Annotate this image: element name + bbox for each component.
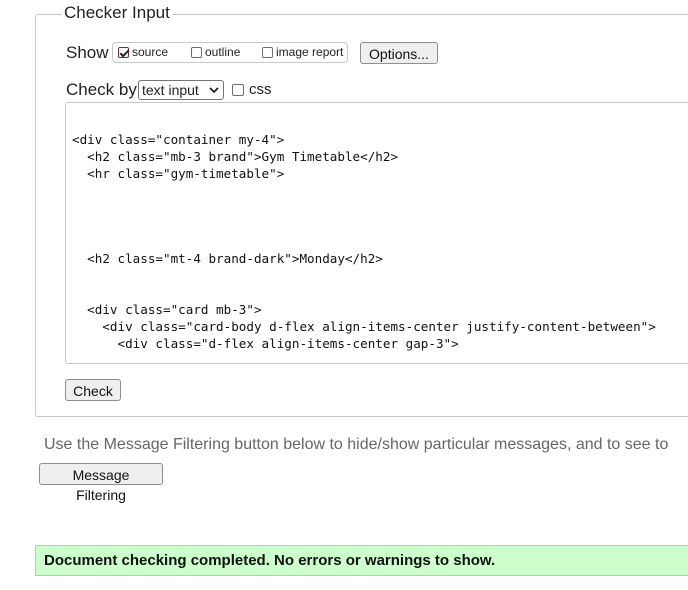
source-checkbox[interactable] (118, 46, 129, 58)
source-code-line: <div class="container my-4"> (72, 132, 285, 147)
success-message-box: Document checking completed. No errors o… (35, 545, 688, 576)
success-message: Document checking completed. No errors o… (44, 552, 496, 569)
source-code-line: <div class="card-body d-flex align-items… (72, 319, 656, 334)
check-by-select-value: text input (142, 82, 199, 98)
source-code-line: <h2 class="mt-4 brand-dark">Monday</h2> (72, 251, 383, 266)
check-by-label: Check by (66, 80, 137, 99)
check-button[interactable]: Check (65, 379, 121, 401)
source-code-line: <h2 class="mb-3 brand">Gym Timetable</h2… (72, 149, 399, 164)
outline-checkbox[interactable] (191, 46, 202, 58)
outline-label: outline (205, 45, 241, 59)
css-checkbox[interactable] (232, 83, 244, 96)
show-options-group: source outline image report (112, 42, 348, 63)
options-button[interactable]: Options... (360, 42, 438, 64)
show-image-report-option[interactable]: image report (262, 45, 343, 59)
checker-input-legend: Checker Input (62, 3, 172, 23)
image-report-checkbox[interactable] (262, 46, 273, 58)
show-source-option[interactable]: source (118, 45, 168, 59)
source-code-line: <div class="card mb-3"> (72, 302, 262, 317)
check-by-select[interactable]: text input (138, 80, 224, 100)
source-code-line: <hr class="gym-timetable"> (72, 166, 285, 181)
show-label: Show (66, 43, 109, 62)
image-report-label: image report (276, 45, 344, 59)
css-label: css (249, 81, 272, 98)
message-filtering-button[interactable]: Message Filtering (39, 463, 163, 503)
show-outline-option[interactable]: outline (191, 45, 240, 59)
css-option[interactable]: css (232, 81, 272, 98)
source-code-line: <div class="d-flex align-items-center ga… (72, 336, 459, 351)
message-filtering-hint: Use the Message Filtering button below t… (44, 436, 669, 453)
source-label: source (132, 45, 169, 59)
source-textarea[interactable]: <div class="container my-4"> <h2 class="… (65, 102, 688, 364)
